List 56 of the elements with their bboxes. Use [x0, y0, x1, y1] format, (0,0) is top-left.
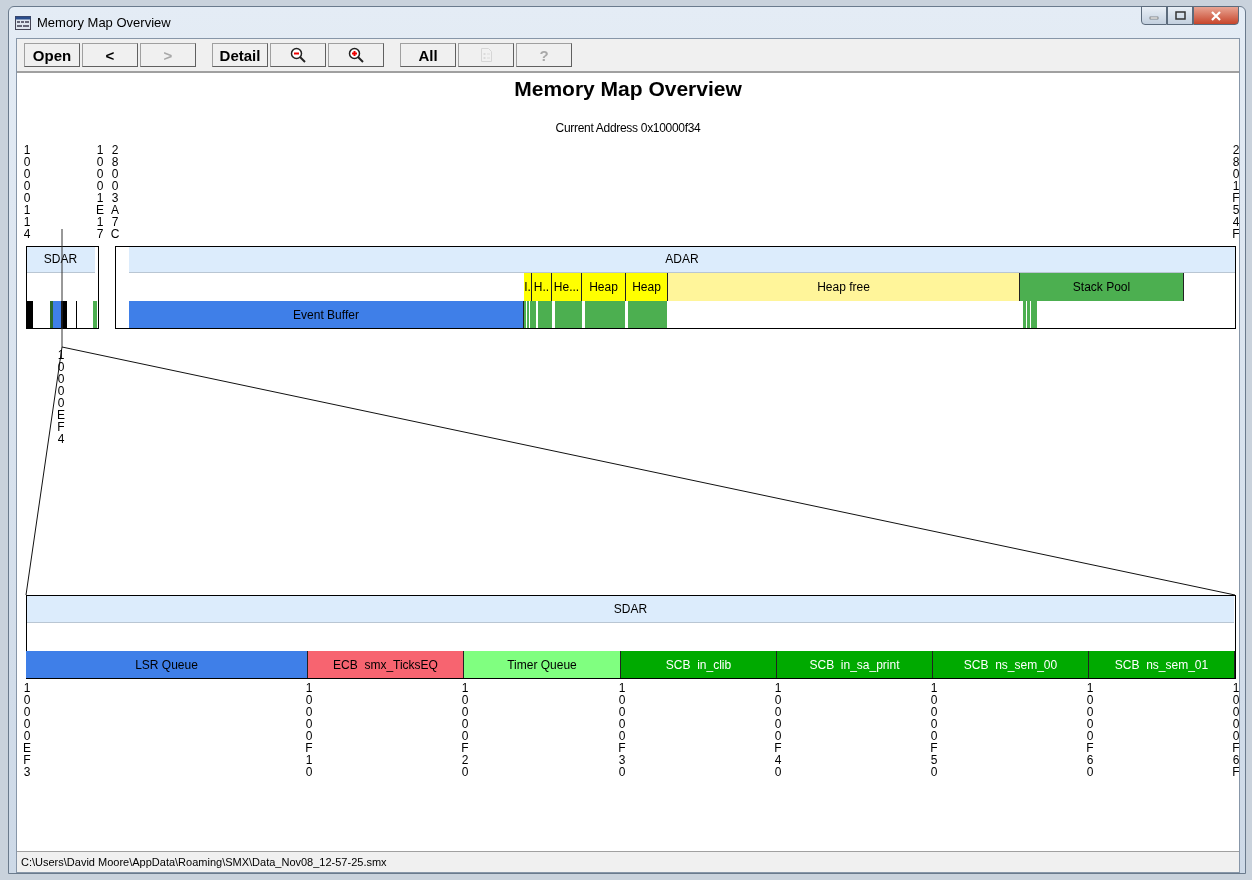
memory-strip — [585, 301, 625, 328]
memory-block: I. — [524, 273, 532, 301]
address-label: 10000F30 — [617, 682, 627, 778]
memory-strip — [76, 301, 77, 328]
memory-block: SCB in_clib — [621, 651, 777, 678]
map-title: Memory Map Overview — [513, 77, 743, 101]
file-path: C:\Users\David Moore\AppData\Roaming\SMX\Data_Nov08_12-57-25.smx — [21, 856, 387, 868]
region-header: SDAR — [27, 596, 1234, 623]
memory-strip — [93, 301, 97, 328]
toolbar-button[interactable]: Open — [24, 43, 80, 67]
memory-block: Heap — [626, 273, 668, 301]
maximize-icon — [1174, 11, 1186, 20]
current-address: Current Address 0x10000f34 — [555, 121, 701, 135]
address-label: 10000F50 — [929, 682, 939, 778]
zoom-out-button[interactable] — [270, 43, 326, 67]
address-label: 10000F60 — [1085, 682, 1095, 778]
close-button[interactable] — [1193, 6, 1239, 25]
zoom-in-button[interactable] — [328, 43, 384, 67]
address-label: 2801F54F — [1231, 144, 1239, 240]
memory-block: Timer Queue — [464, 651, 621, 678]
address-label: 10000F40 — [773, 682, 783, 778]
close-icon — [1210, 10, 1222, 21]
memory-block: Stack Pool — [1020, 273, 1184, 301]
address-label: 10000EF3 — [22, 682, 32, 778]
zoom-in-icon — [348, 47, 364, 63]
address-label: 10000F20 — [460, 682, 470, 778]
window-title: Memory Map Overview — [37, 15, 171, 30]
memory-block: He... — [552, 273, 582, 301]
memory-block: Heap — [582, 273, 626, 301]
address-label: 10000114 — [22, 144, 32, 240]
memory-block: LSR Queue — [26, 651, 308, 678]
memory-strip — [628, 301, 667, 328]
maximize-button[interactable] — [1167, 6, 1193, 25]
memory-strip — [538, 301, 552, 328]
memory-block: ECB smx_TicksEQ — [308, 651, 464, 678]
memory-block: H.. — [532, 273, 552, 301]
memory-block: Event Buffer — [129, 301, 524, 328]
toolbar-button[interactable]: Detail — [212, 43, 268, 67]
region-header: ADAR — [129, 246, 1235, 273]
address-label: 10000F10 — [304, 682, 314, 778]
memory-block: SCB ns_sem_00 — [933, 651, 1089, 678]
address-label: 28003A7C — [109, 144, 121, 240]
toolbar-button[interactable]: < — [82, 43, 138, 67]
memory-block: SCB in_sa_print — [777, 651, 933, 678]
app-icon — [15, 15, 31, 30]
memory-block: Heap free — [668, 273, 1020, 301]
minimize-button[interactable] — [1141, 6, 1167, 25]
memory-block: SCB ns_sem_01 — [1089, 651, 1235, 678]
zoom-out-icon — [290, 47, 306, 63]
memory-strip — [26, 301, 33, 328]
address-label: 10000F6F — [1231, 682, 1239, 778]
document-icon — [480, 48, 492, 62]
toolbar-button[interactable]: All — [400, 43, 456, 67]
cursor-address: 10000EF4 — [56, 349, 66, 445]
memory-strip — [555, 301, 582, 328]
address-label: 10001E17 — [95, 144, 105, 240]
